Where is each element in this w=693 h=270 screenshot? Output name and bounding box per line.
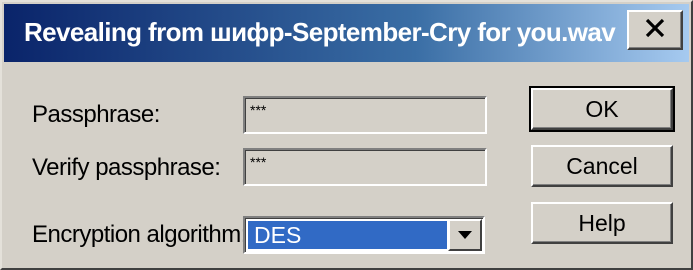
close-x-icon (644, 18, 666, 43)
dropdown-button[interactable] (448, 219, 482, 251)
help-button[interactable]: Help (531, 202, 673, 244)
chevron-down-icon (458, 226, 472, 244)
selected-algorithm: DES (248, 221, 447, 249)
ok-button[interactable]: OK (529, 86, 675, 132)
close-button[interactable] (627, 10, 683, 50)
encryption-algorithm-label: Encryption algorithm: (32, 221, 247, 248)
cancel-button[interactable]: Cancel (531, 145, 673, 187)
passphrase-label: Passphrase: (32, 101, 160, 128)
dialog-title: Revealing from шифр-September-Cry for yo… (24, 17, 616, 47)
verify-passphrase-label: Verify passphrase: (32, 154, 221, 181)
verify-passphrase-field[interactable]: *** (243, 148, 487, 186)
passphrase-field[interactable]: *** (243, 96, 487, 134)
encryption-algorithm-select[interactable]: DES (243, 216, 485, 254)
reveal-dialog: Revealing from шифр-September-Cry for yo… (0, 0, 693, 270)
title-bar[interactable]: Revealing from шифр-September-Cry for yo… (4, 4, 689, 62)
